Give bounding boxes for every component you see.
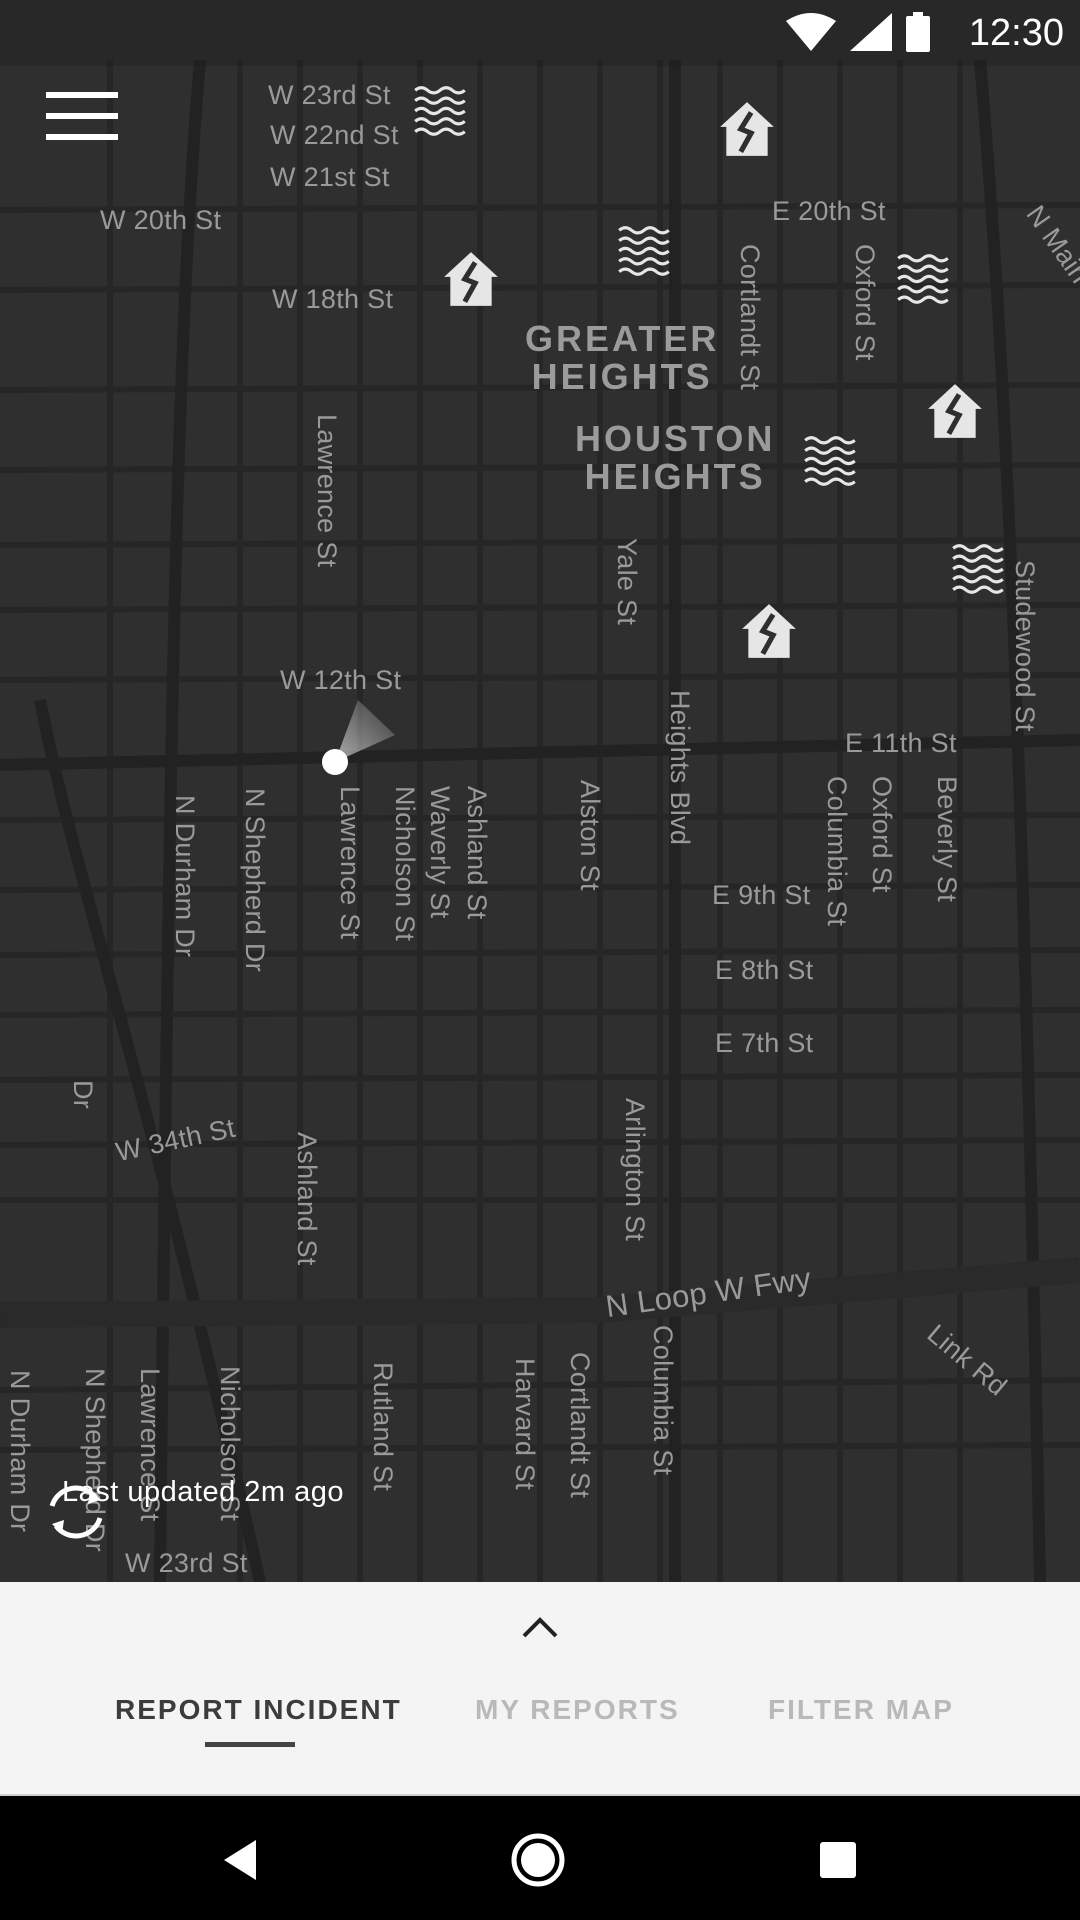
refresh-status[interactable]: Last updated 2m ago	[40, 1476, 344, 1539]
street-label: Cortlandt St	[565, 1352, 595, 1499]
street-label: Studewood St	[1010, 560, 1040, 732]
street-label: Columbia St	[822, 776, 852, 927]
street-label: Lawrence St	[312, 414, 342, 568]
street-label: Nicholson St	[390, 786, 420, 942]
street-label: Cortlandt St	[735, 244, 765, 391]
street-label: Arlington St	[620, 1098, 650, 1242]
flood-icon[interactable]	[800, 430, 862, 492]
street-label: Beverly St	[932, 776, 962, 903]
current-location-dot	[322, 749, 348, 775]
recents-icon[interactable]	[808, 1830, 868, 1890]
menu-button[interactable]	[46, 92, 118, 148]
street-label: N Durham Dr	[5, 1370, 35, 1533]
street-label: W 18th St	[272, 284, 394, 314]
house-damage-icon[interactable]	[440, 248, 502, 310]
street-label: Rutland St	[368, 1362, 398, 1492]
home-icon[interactable]	[508, 1830, 568, 1890]
chevron-up-icon[interactable]	[520, 1614, 560, 1640]
house-damage-icon[interactable]	[924, 380, 986, 442]
map-view[interactable]: GREATER HEIGHTS HOUSTON HEIGHTS W 23rd St …	[0, 0, 1080, 1582]
active-tab-indicator	[205, 1742, 295, 1747]
street-label: E 8th St	[715, 955, 814, 985]
street-label: Lawrence St	[335, 786, 365, 940]
street-label: Oxford St	[867, 776, 897, 893]
battery-icon	[906, 12, 930, 52]
street-label: W 23rd St	[268, 80, 391, 110]
area-label-houston-heights: HOUSTON HEIGHTS	[575, 418, 776, 497]
system-nav-bar	[0, 1796, 1080, 1920]
street-label: Alston St	[575, 780, 605, 891]
street-label: Columbia St	[648, 1325, 678, 1476]
area-label-greater-heights: GREATER HEIGHTS	[525, 318, 720, 397]
tab-filter-map[interactable]: FILTER MAP	[768, 1694, 954, 1726]
street-label: Dr	[68, 1080, 98, 1110]
street-label: Yale St	[612, 538, 642, 626]
flood-icon[interactable]	[948, 538, 1010, 600]
street-label: E 20th St	[772, 196, 886, 226]
street-label: W 22nd St	[270, 120, 399, 150]
street-label: Waverly St	[425, 786, 455, 919]
tab-my-reports[interactable]: MY REPORTS	[475, 1694, 680, 1726]
street-label: N Durham Dr	[170, 795, 200, 958]
flood-icon[interactable]	[614, 220, 676, 282]
street-label: E 7th St	[715, 1028, 814, 1058]
signal-icon	[850, 13, 892, 51]
status-bar: 12:30	[0, 0, 1080, 66]
street-label: Harvard St	[510, 1358, 540, 1491]
back-icon[interactable]	[210, 1830, 270, 1890]
status-time: 12:30	[968, 12, 1064, 54]
street-label: E 9th St	[712, 880, 811, 910]
tab-report-incident[interactable]: REPORT INCIDENT	[115, 1694, 402, 1726]
refresh-icon[interactable]	[40, 1476, 112, 1548]
flood-icon[interactable]	[893, 248, 955, 310]
street-label: Ashland St	[292, 1132, 322, 1266]
house-damage-icon[interactable]	[738, 600, 800, 662]
street-label: W 23rd St	[125, 1548, 248, 1578]
menu-icon	[46, 92, 118, 98]
flood-icon[interactable]	[410, 80, 472, 142]
street-label: E 11th St	[845, 728, 957, 758]
street-label: Ashland St	[462, 786, 492, 920]
street-label: W 20th St	[100, 205, 222, 235]
house-damage-icon[interactable]	[716, 98, 778, 160]
bottom-sheet[interactable]: REPORT INCIDENT MY REPORTS FILTER MAP	[0, 1582, 1080, 1796]
street-label: N Shepherd Dr	[240, 788, 270, 972]
street-label: W 12th St	[280, 665, 402, 695]
street-label: Heights Blvd	[665, 690, 695, 846]
map-streets	[0, 59, 1080, 1582]
street-label: W 21st St	[270, 162, 390, 192]
street-label: Oxford St	[850, 244, 880, 361]
wifi-icon	[786, 13, 836, 51]
